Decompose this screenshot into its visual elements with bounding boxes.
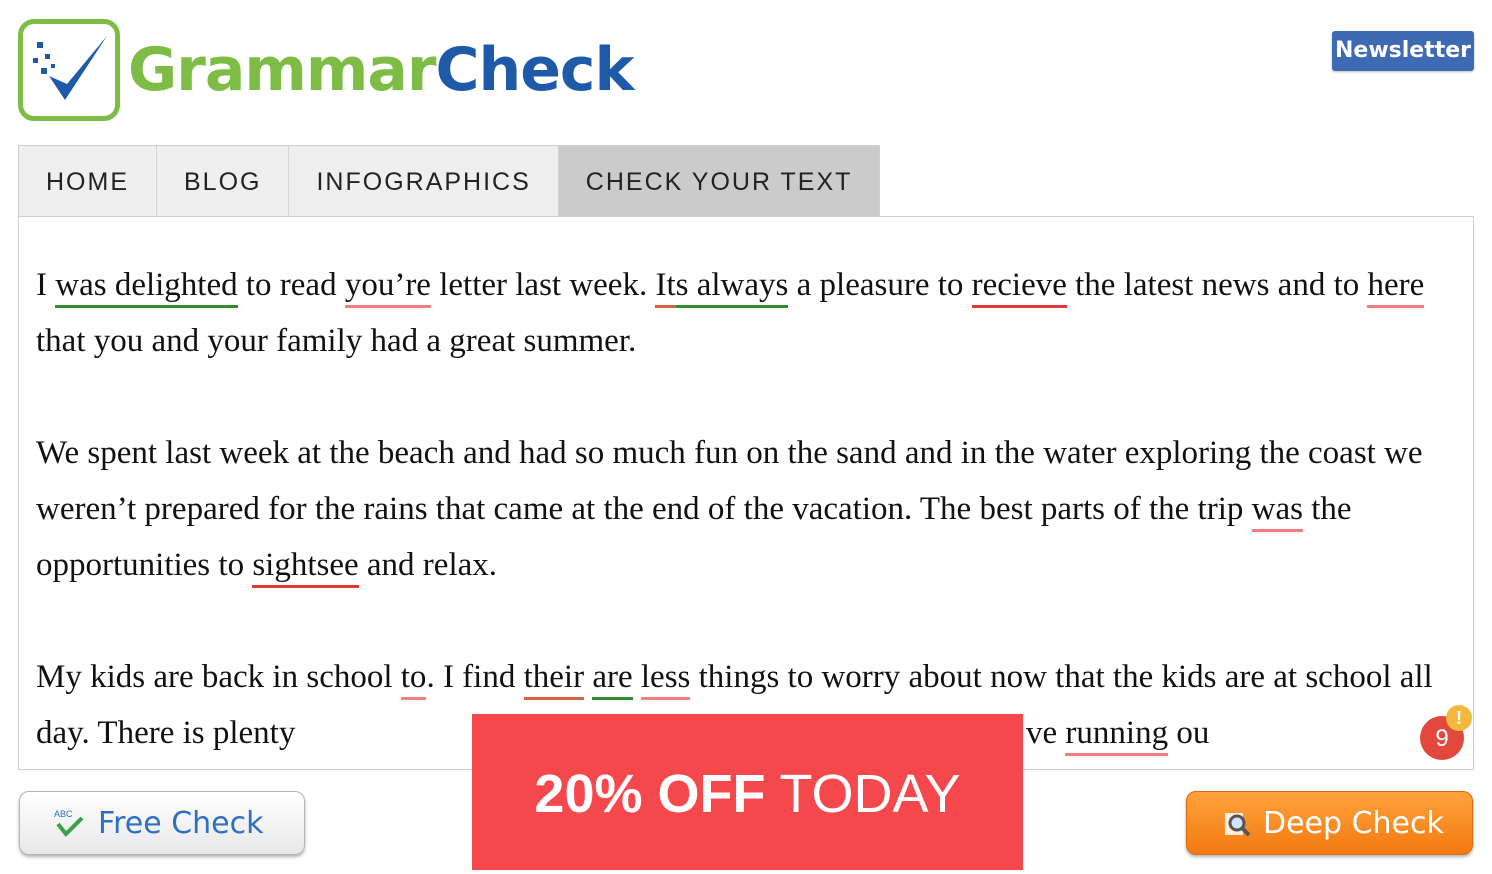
grammar-issue[interactable]: you’re	[344, 267, 431, 308]
text-run: a pleasure to	[788, 267, 972, 303]
checkmark-logo-icon	[18, 19, 120, 121]
promo-banner[interactable]: 20% OFF TODAY	[472, 714, 1023, 870]
grammar-issue[interactable]: s always	[675, 267, 789, 308]
grammar-issue[interactable]: was	[1251, 491, 1303, 532]
text-run: I	[36, 267, 56, 303]
newsletter-button[interactable]: Newsletter	[1332, 31, 1474, 71]
text-run: that you and your family had a great sum…	[36, 323, 637, 359]
promo-label: TODAY	[765, 764, 961, 824]
spelling-issue[interactable]: recieve	[971, 267, 1067, 308]
text-run: We spent last week at the beach and had …	[36, 435, 1423, 527]
main-nav: HOME BLOG INFOGRAPHICS CHECK YOUR TEXT	[18, 145, 881, 218]
free-check-label: Free Check	[98, 805, 264, 841]
text-run: . I find	[426, 659, 524, 695]
text-editor[interactable]: I was delighted to read you’re letter la…	[18, 216, 1474, 770]
text-run	[633, 659, 641, 695]
text-run: letter last week.	[430, 267, 656, 303]
grammar-issue[interactable]: less	[640, 659, 691, 700]
logo-text: GrammarCheck	[128, 35, 634, 105]
grammar-issue[interactable]: their	[523, 659, 585, 700]
paragraph: We spent last week at the beach and had …	[36, 425, 1456, 593]
deep-check-button[interactable]: Deep Check	[1186, 791, 1473, 855]
grammar-issue[interactable]: here	[1367, 267, 1425, 308]
grammar-issue[interactable]: running	[1065, 715, 1169, 756]
tab-infographics[interactable]: INFOGRAPHICS	[289, 146, 559, 218]
text-run: to read	[237, 267, 345, 303]
text-run: My kids are back in school	[36, 659, 401, 695]
grammar-issue[interactable]: It	[655, 267, 676, 308]
deep-check-label: Deep Check	[1263, 805, 1444, 841]
tab-check-your-text[interactable]: CHECK YOUR TEXT	[558, 146, 880, 218]
magnifier-icon	[1225, 813, 1251, 837]
grammar-issue[interactable]: are	[592, 659, 633, 700]
spelling-issue[interactable]: sightsee	[252, 547, 359, 588]
grammar-issue[interactable]: to	[400, 659, 427, 700]
svg-text:ABC: ABC	[54, 809, 73, 819]
spellcheck-icon: ABC	[54, 809, 84, 837]
grammar-issue[interactable]: was delighted	[55, 267, 238, 308]
logo[interactable]: GrammarCheck	[18, 16, 634, 124]
editor-content[interactable]: I was delighted to read you’re letter la…	[36, 257, 1456, 769]
alert-icon: !	[1446, 705, 1472, 731]
tab-home[interactable]: HOME	[19, 146, 157, 218]
text-run: ou	[1168, 715, 1210, 751]
promo-discount: 20% OFF	[534, 764, 766, 824]
tab-blog[interactable]: BLOG	[157, 146, 290, 218]
text-run: and relax.	[358, 547, 498, 583]
paragraph: I was delighted to read you’re letter la…	[36, 257, 1456, 369]
text-run: the latest news and to	[1066, 267, 1368, 303]
free-check-button[interactable]: ABC Free Check	[19, 791, 305, 855]
